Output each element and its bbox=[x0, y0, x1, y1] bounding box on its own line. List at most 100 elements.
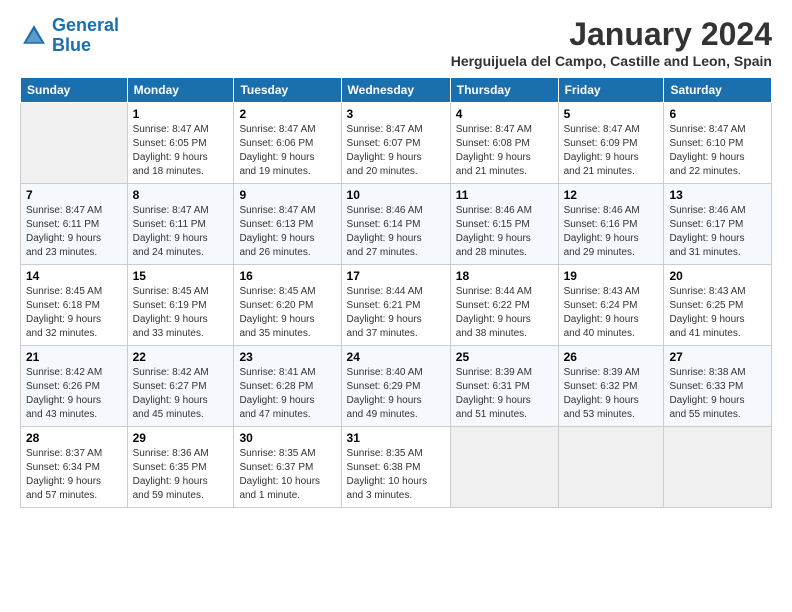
table-row: 26Sunrise: 8:39 AM Sunset: 6:32 PM Dayli… bbox=[558, 346, 664, 427]
day-info: Sunrise: 8:40 AM Sunset: 6:29 PM Dayligh… bbox=[347, 366, 445, 422]
day-info: Sunrise: 8:42 AM Sunset: 6:26 PM Dayligh… bbox=[26, 366, 122, 422]
calendar-header-row: Sunday Monday Tuesday Wednesday Thursday… bbox=[21, 78, 772, 103]
logo-text: General Blue bbox=[52, 16, 119, 56]
day-info: Sunrise: 8:43 AM Sunset: 6:24 PM Dayligh… bbox=[564, 285, 659, 341]
day-info: Sunrise: 8:47 AM Sunset: 6:08 PM Dayligh… bbox=[456, 123, 553, 179]
day-number: 21 bbox=[26, 350, 122, 364]
day-info: Sunrise: 8:35 AM Sunset: 6:38 PM Dayligh… bbox=[347, 447, 445, 503]
day-number: 25 bbox=[456, 350, 553, 364]
calendar-week-row: 14 Sunrise: 8:45 AM Sunset: 6:18 PM Dayli… bbox=[21, 265, 772, 346]
day-info: Sunrise: 8:47 AM Sunset: 6:10 PM Dayligh… bbox=[669, 123, 766, 179]
table-row: 19 Sunrise: 8:43 AM Sunset: 6:24 PM Dayli… bbox=[558, 265, 664, 346]
day-number: 7 bbox=[26, 188, 122, 202]
table-row: 29Sunrise: 8:36 AM Sunset: 6:35 PM Dayli… bbox=[127, 427, 234, 508]
table-row: 9 Sunrise: 8:47 AM Sunset: 6:13 PM Daylig… bbox=[234, 184, 341, 265]
table-row bbox=[664, 427, 772, 508]
day-number: 16 bbox=[239, 269, 335, 283]
day-number: 13 bbox=[669, 188, 766, 202]
day-number: 14 bbox=[26, 269, 122, 283]
table-row: 27Sunrise: 8:38 AM Sunset: 6:33 PM Dayli… bbox=[664, 346, 772, 427]
day-info: Sunrise: 8:47 AM Sunset: 6:13 PM Dayligh… bbox=[239, 204, 335, 260]
col-monday: Monday bbox=[127, 78, 234, 103]
day-info: Sunrise: 8:45 AM Sunset: 6:20 PM Dayligh… bbox=[239, 285, 335, 341]
calendar-week-row: 28 Sunrise: 8:37 AM Sunset: 6:34 PM Dayli… bbox=[21, 427, 772, 508]
table-row: 21 Sunrise: 8:42 AM Sunset: 6:26 PM Dayli… bbox=[21, 346, 128, 427]
table-row: 23Sunrise: 8:41 AM Sunset: 6:28 PM Dayli… bbox=[234, 346, 341, 427]
table-row: 8 Sunrise: 8:47 AM Sunset: 6:11 PM Daylig… bbox=[127, 184, 234, 265]
day-number: 28 bbox=[26, 431, 122, 445]
table-row: 3 Sunrise: 8:47 AM Sunset: 6:07 PM Daylig… bbox=[341, 103, 450, 184]
day-number: 10 bbox=[347, 188, 445, 202]
col-tuesday: Tuesday bbox=[234, 78, 341, 103]
day-number: 31 bbox=[347, 431, 445, 445]
table-row: 7 Sunrise: 8:47 AM Sunset: 6:11 PM Daylig… bbox=[21, 184, 128, 265]
day-number: 8 bbox=[133, 188, 229, 202]
calendar-week-row: 7 Sunrise: 8:47 AM Sunset: 6:11 PM Daylig… bbox=[21, 184, 772, 265]
day-number: 3 bbox=[347, 107, 445, 121]
col-friday: Friday bbox=[558, 78, 664, 103]
day-info: Sunrise: 8:39 AM Sunset: 6:31 PM Dayligh… bbox=[456, 366, 553, 422]
day-info: Sunrise: 8:47 AM Sunset: 6:11 PM Dayligh… bbox=[133, 204, 229, 260]
day-info: Sunrise: 8:47 AM Sunset: 6:06 PM Dayligh… bbox=[239, 123, 335, 179]
table-row bbox=[450, 427, 558, 508]
day-number: 30 bbox=[239, 431, 335, 445]
table-row: 5Sunrise: 8:47 AM Sunset: 6:09 PM Daylig… bbox=[558, 103, 664, 184]
logo-icon bbox=[20, 22, 48, 50]
table-row: 20Sunrise: 8:43 AM Sunset: 6:25 PM Dayli… bbox=[664, 265, 772, 346]
day-info: Sunrise: 8:35 AM Sunset: 6:37 PM Dayligh… bbox=[239, 447, 335, 503]
day-number: 20 bbox=[669, 269, 766, 283]
subtitle: Herguijuela del Campo, Castille and Leon… bbox=[451, 53, 772, 69]
table-row: 25 Sunrise: 8:39 AM Sunset: 6:31 PM Dayli… bbox=[450, 346, 558, 427]
table-row: 4 Sunrise: 8:47 AM Sunset: 6:08 PM Daylig… bbox=[450, 103, 558, 184]
day-number: 5 bbox=[564, 107, 659, 121]
day-info: Sunrise: 8:37 AM Sunset: 6:34 PM Dayligh… bbox=[26, 447, 122, 503]
col-thursday: Thursday bbox=[450, 78, 558, 103]
day-number: 18 bbox=[456, 269, 553, 283]
day-number: 23 bbox=[239, 350, 335, 364]
page: General Blue January 2024 Herguijuela de… bbox=[0, 0, 792, 612]
day-info: Sunrise: 8:44 AM Sunset: 6:22 PM Dayligh… bbox=[456, 285, 553, 341]
day-number: 9 bbox=[239, 188, 335, 202]
col-saturday: Saturday bbox=[664, 78, 772, 103]
day-info: Sunrise: 8:45 AM Sunset: 6:18 PM Dayligh… bbox=[26, 285, 122, 341]
day-number: 15 bbox=[133, 269, 229, 283]
table-row: 15Sunrise: 8:45 AM Sunset: 6:19 PM Dayli… bbox=[127, 265, 234, 346]
day-number: 24 bbox=[347, 350, 445, 364]
day-info: Sunrise: 8:39 AM Sunset: 6:32 PM Dayligh… bbox=[564, 366, 659, 422]
table-row: 22Sunrise: 8:42 AM Sunset: 6:27 PM Dayli… bbox=[127, 346, 234, 427]
day-info: Sunrise: 8:47 AM Sunset: 6:11 PM Dayligh… bbox=[26, 204, 122, 260]
table-row: 1Sunrise: 8:47 AM Sunset: 6:05 PM Daylig… bbox=[127, 103, 234, 184]
day-info: Sunrise: 8:46 AM Sunset: 6:15 PM Dayligh… bbox=[456, 204, 553, 260]
table-row: 31 Sunrise: 8:35 AM Sunset: 6:38 PM Dayli… bbox=[341, 427, 450, 508]
day-number: 11 bbox=[456, 188, 553, 202]
title-block: January 2024 Herguijuela del Campo, Cast… bbox=[451, 16, 772, 69]
day-info: Sunrise: 8:47 AM Sunset: 6:05 PM Dayligh… bbox=[133, 123, 229, 179]
day-info: Sunrise: 8:47 AM Sunset: 6:07 PM Dayligh… bbox=[347, 123, 445, 179]
calendar-week-row: 21 Sunrise: 8:42 AM Sunset: 6:26 PM Dayli… bbox=[21, 346, 772, 427]
table-row: 12 Sunrise: 8:46 AM Sunset: 6:16 PM Dayli… bbox=[558, 184, 664, 265]
day-number: 12 bbox=[564, 188, 659, 202]
main-title: January 2024 bbox=[451, 16, 772, 53]
table-row: 6 Sunrise: 8:47 AM Sunset: 6:10 PM Daylig… bbox=[664, 103, 772, 184]
col-sunday: Sunday bbox=[21, 78, 128, 103]
table-row: 30 Sunrise: 8:35 AM Sunset: 6:37 PM Dayli… bbox=[234, 427, 341, 508]
table-row bbox=[558, 427, 664, 508]
day-number: 6 bbox=[669, 107, 766, 121]
table-row: 14 Sunrise: 8:45 AM Sunset: 6:18 PM Dayli… bbox=[21, 265, 128, 346]
table-row: 2Sunrise: 8:47 AM Sunset: 6:06 PM Daylig… bbox=[234, 103, 341, 184]
table-row: 24 Sunrise: 8:40 AM Sunset: 6:29 PM Dayli… bbox=[341, 346, 450, 427]
day-info: Sunrise: 8:36 AM Sunset: 6:35 PM Dayligh… bbox=[133, 447, 229, 503]
day-number: 19 bbox=[564, 269, 659, 283]
logo: General Blue bbox=[20, 16, 119, 56]
day-info: Sunrise: 8:46 AM Sunset: 6:16 PM Dayligh… bbox=[564, 204, 659, 260]
day-info: Sunrise: 8:46 AM Sunset: 6:14 PM Dayligh… bbox=[347, 204, 445, 260]
day-number: 4 bbox=[456, 107, 553, 121]
day-number: 22 bbox=[133, 350, 229, 364]
table-row: 17Sunrise: 8:44 AM Sunset: 6:21 PM Dayli… bbox=[341, 265, 450, 346]
table-row: 10 Sunrise: 8:46 AM Sunset: 6:14 PM Dayli… bbox=[341, 184, 450, 265]
table-row: 11 Sunrise: 8:46 AM Sunset: 6:15 PM Dayli… bbox=[450, 184, 558, 265]
day-number: 17 bbox=[347, 269, 445, 283]
day-number: 27 bbox=[669, 350, 766, 364]
table-row: 13Sunrise: 8:46 AM Sunset: 6:17 PM Dayli… bbox=[664, 184, 772, 265]
table-row: 16 Sunrise: 8:45 AM Sunset: 6:20 PM Dayli… bbox=[234, 265, 341, 346]
